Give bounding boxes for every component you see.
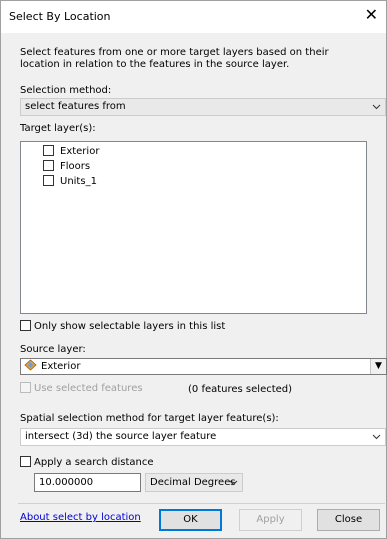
use-selected-checkbox[interactable] xyxy=(20,382,31,393)
about-select-by-location-link[interactable]: About select by location xyxy=(20,512,141,523)
target-units-checkbox[interactable] xyxy=(43,175,54,186)
dialog-description: Select features from one or more target … xyxy=(20,47,329,70)
only-selectable-option[interactable]: Only show selectable layers in this list xyxy=(20,320,225,332)
distance-units-dropdown[interactable]: Decimal Degrees xyxy=(145,473,243,492)
target-layer-label: Exterior xyxy=(60,146,100,157)
source-layer-label: Source layer: xyxy=(20,344,86,355)
selection-method-dropdown[interactable]: select features from xyxy=(20,98,386,116)
list-item[interactable]: Units_1 xyxy=(43,175,97,189)
source-layer-value: Exterior xyxy=(41,361,81,372)
use-selected-option: Use selected features xyxy=(20,382,143,394)
distance-units-value: Decimal Degrees xyxy=(150,477,236,488)
target-exterior-checkbox[interactable] xyxy=(43,145,54,156)
ok-button[interactable]: OK xyxy=(159,509,222,531)
search-distance-option[interactable]: Apply a search distance xyxy=(20,456,154,468)
search-distance-checkbox[interactable] xyxy=(20,456,31,467)
list-item[interactable]: Floors xyxy=(43,160,90,174)
target-floors-checkbox[interactable] xyxy=(43,160,54,171)
selection-method-label: Selection method: xyxy=(20,85,112,96)
target-layer-label: Units_1 xyxy=(60,176,97,187)
close-icon[interactable]: ✕ xyxy=(365,7,378,23)
target-layers-label: Target layer(s): xyxy=(20,123,96,134)
spatial-method-value: intersect (3d) the source layer feature xyxy=(25,431,217,442)
select-by-location-dialog: Select By Location ✕ Select features fro… xyxy=(0,0,387,539)
target-layers-list[interactable]: Exterior Floors Units_1 xyxy=(20,141,367,314)
title-bar: Select By Location ✕ xyxy=(1,1,386,33)
spatial-method-label: Spatial selection method for target laye… xyxy=(20,413,279,424)
target-layer-label: Floors xyxy=(60,161,91,172)
only-selectable-checkbox[interactable] xyxy=(20,320,31,331)
footer-divider xyxy=(18,503,385,504)
chevron-down-icon xyxy=(372,99,381,121)
selection-method-value: select features from xyxy=(25,101,126,112)
use-selected-label: Use selected features xyxy=(34,383,143,394)
dialog-title: Select By Location xyxy=(9,10,111,23)
polygon-layer-icon xyxy=(24,359,37,376)
selected-count-text: (0 features selected) xyxy=(188,384,293,395)
close-button[interactable]: Close xyxy=(317,509,380,531)
dropdown-arrow-icon[interactable]: ▼ xyxy=(370,359,386,374)
list-item[interactable]: Exterior xyxy=(43,145,99,159)
chevron-down-icon xyxy=(229,474,238,497)
apply-button[interactable]: Apply xyxy=(239,509,302,531)
source-layer-dropdown[interactable]: Exterior ▼ xyxy=(20,358,387,375)
spatial-method-dropdown[interactable]: intersect (3d) the source layer feature xyxy=(20,428,386,446)
search-distance-input[interactable]: 10.000000 xyxy=(34,473,141,492)
only-selectable-label: Only show selectable layers in this list xyxy=(34,321,226,332)
chevron-down-icon xyxy=(372,429,381,451)
search-distance-label: Apply a search distance xyxy=(34,457,154,468)
